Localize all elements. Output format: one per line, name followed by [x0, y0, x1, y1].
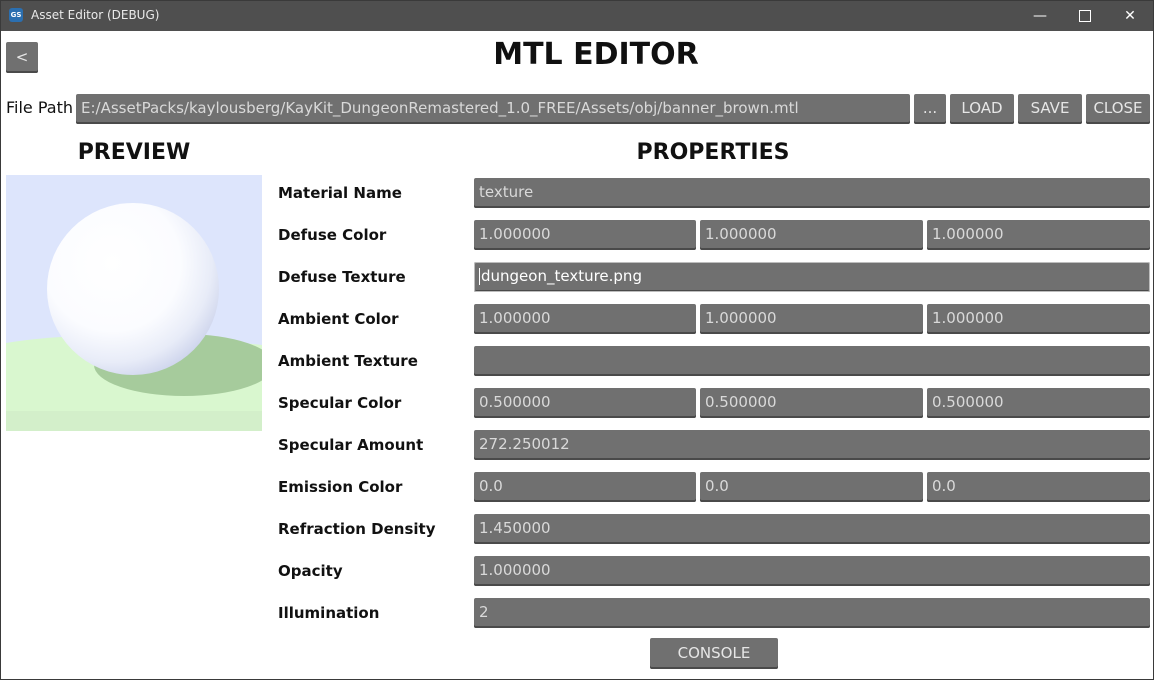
- defuse-color-b-input[interactable]: 1.000000: [927, 220, 1150, 250]
- properties-heading: PROPERTIES: [636, 140, 790, 165]
- opacity-label: Opacity: [278, 562, 343, 580]
- file-path-label: File Path: [6, 98, 74, 117]
- defuse-color-g-input[interactable]: 1.000000: [700, 220, 923, 250]
- defuse-texture-value: dungeon_texture.png: [481, 267, 642, 285]
- minimize-icon: —: [1033, 8, 1047, 24]
- file-path-input[interactable]: E:/AssetPacks/kaylousberg/KayKit_Dungeon…: [76, 94, 910, 124]
- browse-button[interactable]: ...: [914, 94, 946, 124]
- defuse-color-label: Defuse Color: [278, 226, 387, 244]
- emission-color-b-input[interactable]: 0.0: [927, 472, 1150, 502]
- asset-editor-window: GS Asset Editor (DEBUG) — ✕ < MTL EDITOR…: [0, 0, 1154, 680]
- maximize-button[interactable]: [1062, 1, 1108, 31]
- illumination-label: Illumination: [278, 604, 380, 622]
- emission-color-r-input[interactable]: 0.0: [474, 472, 696, 502]
- specular-color-b-input[interactable]: 0.500000: [927, 388, 1150, 418]
- close-window-button[interactable]: ✕: [1107, 1, 1153, 31]
- illumination-input[interactable]: 2: [474, 598, 1150, 628]
- preview-floor-edge: [6, 411, 262, 431]
- ambient-color-r-input[interactable]: 1.000000: [474, 304, 696, 334]
- refraction-density-label: Refraction Density: [278, 520, 436, 538]
- ambient-color-g-input[interactable]: 1.000000: [700, 304, 923, 334]
- defuse-texture-input[interactable]: dungeon_texture.png: [474, 262, 1150, 292]
- emission-color-g-input[interactable]: 0.0: [700, 472, 923, 502]
- defuse-color-r-input[interactable]: 1.000000: [474, 220, 696, 250]
- material-preview[interactable]: [6, 175, 262, 431]
- specular-amount-label: Specular Amount: [278, 436, 424, 454]
- text-caret: [479, 268, 480, 285]
- maximize-icon: [1079, 10, 1091, 22]
- editor-content: < MTL EDITOR File Path E:/AssetPacks/kay…: [1, 31, 1153, 679]
- preview-heading: PREVIEW: [77, 140, 191, 165]
- title-bar[interactable]: GS Asset Editor (DEBUG) — ✕: [1, 1, 1153, 31]
- ambient-texture-input[interactable]: [474, 346, 1150, 376]
- ambient-color-b-input[interactable]: 1.000000: [927, 304, 1150, 334]
- close-button[interactable]: CLOSE: [1086, 94, 1150, 124]
- defuse-texture-label: Defuse Texture: [278, 268, 406, 286]
- minimize-button[interactable]: —: [1017, 1, 1063, 31]
- ambient-color-label: Ambient Color: [278, 310, 399, 328]
- material-name-input[interactable]: texture: [474, 178, 1150, 208]
- specular-amount-input[interactable]: 272.250012: [474, 430, 1150, 460]
- load-button[interactable]: LOAD: [950, 94, 1014, 124]
- preview-sphere: [47, 203, 219, 375]
- specular-color-r-input[interactable]: 0.500000: [474, 388, 696, 418]
- specular-color-label: Specular Color: [278, 394, 402, 412]
- specular-color-g-input[interactable]: 0.500000: [700, 388, 923, 418]
- preview-render: [6, 175, 262, 431]
- refraction-density-input[interactable]: 1.450000: [474, 514, 1150, 544]
- page-title: MTL EDITOR: [493, 37, 699, 72]
- save-button[interactable]: SAVE: [1018, 94, 1082, 124]
- ambient-texture-label: Ambient Texture: [278, 352, 418, 370]
- close-icon: ✕: [1124, 8, 1136, 24]
- emission-color-label: Emission Color: [278, 478, 403, 496]
- window-title: Asset Editor (DEBUG): [31, 8, 160, 22]
- material-name-label: Material Name: [278, 184, 402, 202]
- opacity-input[interactable]: 1.000000: [474, 556, 1150, 586]
- console-button[interactable]: CONSOLE: [650, 638, 778, 669]
- app-icon: GS: [9, 8, 23, 22]
